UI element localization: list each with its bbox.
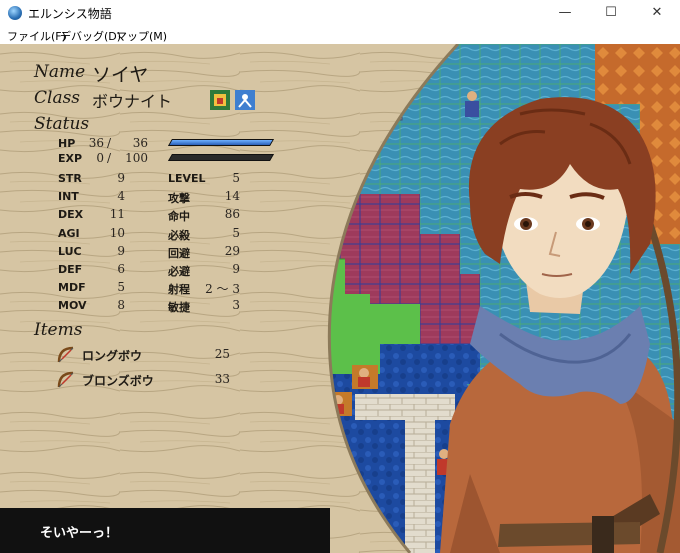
app-globe-icon — [8, 6, 22, 20]
combat-stat-label-6: 射程 — [168, 283, 190, 297]
item-name-0[interactable]: ロングボウ — [82, 347, 142, 364]
combat-stat-value-7: 3 — [232, 298, 240, 313]
message-text: そいやーっ！ — [40, 526, 119, 541]
exp-current: 0 — [96, 151, 104, 165]
menu-bar: ファイル(F) デバッグ(D) マップ(M) — [0, 26, 680, 44]
combat-stat-value-3: 5 — [232, 225, 240, 240]
exp-label: EXP — [58, 152, 83, 165]
stat-value-4: 9 — [117, 243, 125, 258]
item-name-1[interactable]: ブロンズボウ — [82, 372, 154, 389]
item-uses-0: 25 — [214, 347, 230, 361]
stat-label-3: AGI — [58, 226, 80, 240]
item-uses-1: 33 — [214, 372, 230, 386]
hp-max: 36 — [132, 136, 148, 150]
combat-stat-label-4: 回避 — [168, 246, 190, 260]
combat-stat-label-2: 命中 — [168, 210, 190, 224]
maximize-button[interactable]: ☐ — [588, 0, 634, 26]
hp-separator: / — [107, 136, 112, 150]
combat-stat-value-2: 86 — [224, 207, 240, 222]
bow-icon — [57, 346, 74, 363]
close-button[interactable]: ✕ — [634, 0, 680, 26]
stat-label-5: DEF — [58, 263, 83, 276]
stat-label-0: STR — [58, 172, 82, 185]
bow-icon — [57, 371, 74, 388]
stat-label-1: INT — [58, 190, 79, 204]
menu-map[interactable]: マップ(M) — [116, 28, 167, 44]
combat-stat-label-1: 攻撃 — [168, 192, 190, 206]
game-viewport[interactable]: Name ソイヤ Class ボウナイト Status HP 36 / 36 E… — [0, 44, 680, 553]
stat-label-2: DEX — [58, 208, 84, 222]
message-box: そいやーっ！ — [0, 508, 330, 553]
combat-stat-label-3: 必殺 — [168, 228, 190, 242]
items-label: Items — [34, 320, 83, 340]
stat-label-4: LUC — [58, 244, 82, 258]
menu-file[interactable]: ファイル(F) — [7, 28, 66, 44]
stat-value-0: 9 — [117, 171, 125, 185]
stat-label-6: MDF — [58, 281, 86, 295]
archer-unit[interactable] — [352, 365, 378, 389]
stat-value-3: 10 — [109, 225, 125, 240]
stat-value-1: 4 — [117, 189, 125, 204]
class-label: Class — [34, 88, 81, 108]
combat-stat-label-7: 敏捷 — [168, 301, 190, 315]
stat-value-2: 11 — [109, 207, 125, 222]
class-skill-icon — [210, 90, 230, 110]
hp-label: HP — [58, 137, 76, 150]
combat-stat-value-1: 14 — [224, 189, 240, 204]
unit-name: ソイヤ — [92, 64, 149, 86]
stat-value-5: 6 — [117, 262, 125, 276]
combat-stat-value-4: 29 — [224, 243, 240, 258]
hp-bar — [167, 139, 275, 146]
stat-value-7: 8 — [117, 298, 125, 313]
window-titlebar[interactable]: エルンシス物語 — ☐ ✕ — [0, 0, 680, 26]
exp-max: 100 — [125, 151, 148, 165]
exp-separator: / — [107, 151, 112, 165]
combat-stat-value-6: 2 〜 3 — [205, 282, 240, 297]
combat-stat-value-5: 9 — [232, 262, 240, 276]
combat-stat-value-0: 5 — [232, 171, 240, 185]
hp-current: 36 — [88, 136, 104, 150]
menu-debug[interactable]: デバッグ(D) — [60, 28, 121, 44]
minimize-button[interactable]: — — [542, 0, 588, 26]
stat-label-7: MOV — [58, 299, 87, 313]
window-title: エルンシス物語 — [28, 7, 112, 21]
exp-bar — [167, 154, 275, 161]
combat-stat-label-5: 必避 — [168, 265, 190, 278]
status-label: Status — [34, 114, 90, 134]
name-label: Name — [34, 62, 86, 82]
class-magic-icon — [235, 90, 255, 110]
unit-class: ボウナイト — [92, 92, 173, 111]
stat-value-6: 5 — [117, 280, 125, 295]
